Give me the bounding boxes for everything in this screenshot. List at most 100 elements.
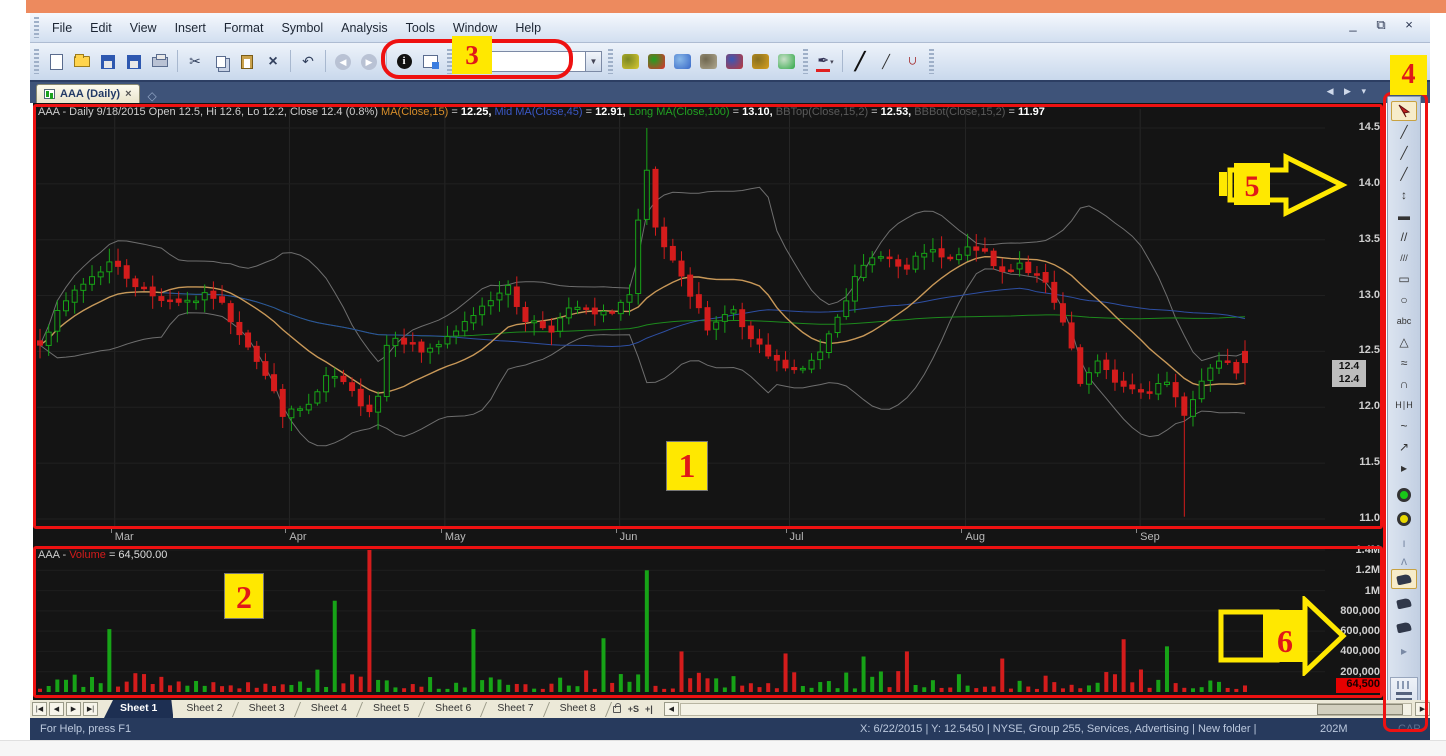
month-tick — [616, 527, 617, 533]
freehand-tool[interactable]: ≈ — [1391, 353, 1417, 373]
trend-line-tool[interactable]: ╱ — [1391, 122, 1417, 142]
last-price-marker: 12.412.4 — [1332, 360, 1366, 387]
thin-line-icon[interactable]: ╱ — [874, 50, 898, 74]
triangle-tool[interactable]: △ — [1391, 332, 1417, 352]
arrow-mark-tool[interactable]: ↗ — [1391, 437, 1417, 457]
layout-1-icon[interactable] — [1391, 593, 1417, 613]
hand-tool-icon[interactable] — [1391, 569, 1417, 589]
more-tools-chevron[interactable]: ▸ — [1391, 458, 1417, 478]
small-tool-1-icon[interactable]: ı — [1391, 533, 1417, 553]
new-file-icon[interactable] — [44, 50, 68, 74]
export-icon[interactable] — [122, 50, 146, 74]
sheet-tab-5[interactable]: Sheet 5 — [360, 700, 422, 718]
volume-tick-label: 1.4M — [1328, 544, 1380, 556]
menu-format[interactable]: Format — [215, 19, 273, 37]
sheet-tab-3[interactable]: Sheet 3 — [236, 700, 298, 718]
text-tool[interactable]: abc — [1391, 311, 1417, 331]
print-icon[interactable] — [148, 50, 172, 74]
tab-scroll-buttons[interactable]: ◀ ▶ ▾ — [1327, 86, 1370, 97]
sheet-nav-icon[interactable]: ▶ — [66, 702, 81, 716]
hscroll-left-icon[interactable]: ◀ — [664, 702, 679, 716]
ellipse-tool[interactable]: ○ — [1391, 290, 1417, 310]
symbol-tree-icon[interactable] — [618, 50, 642, 74]
channel-lines-tool[interactable]: /// — [1391, 248, 1417, 268]
toolbar-grip[interactable] — [803, 49, 808, 75]
chart-editor-icon[interactable] — [418, 50, 442, 74]
sheet-tab-1[interactable]: Sheet 1 — [104, 700, 173, 718]
volume-chart[interactable] — [33, 546, 1330, 697]
sheet-tab-6[interactable]: Sheet 6 — [422, 700, 484, 718]
window-title-strip — [26, 0, 1446, 13]
rectangle-tool[interactable]: ▭ — [1391, 269, 1417, 289]
zigzag-tool[interactable]: ~ — [1391, 416, 1417, 436]
scan-icon[interactable] — [748, 50, 772, 74]
symbol-dropdown-icon[interactable]: ▼ — [586, 51, 602, 72]
thick-line-icon[interactable]: ╱ — [848, 50, 872, 74]
sheet-nav-icon[interactable]: ◀ — [49, 702, 64, 716]
sheet-tab-8[interactable]: Sheet 8 — [547, 700, 609, 718]
document-tab[interactable]: AAA (Daily) × — [36, 84, 140, 103]
vertical-line-tool[interactable]: ↕ — [1391, 185, 1417, 205]
window-buttons: _ ⧉ × — [1342, 17, 1420, 35]
sheet-nav-icon[interactable]: ▶| — [83, 702, 98, 716]
menu-window[interactable]: Window — [444, 19, 506, 37]
lock-icon[interactable] — [613, 706, 621, 713]
sheet-tab-2[interactable]: Sheet 2 — [173, 700, 235, 718]
toolbar-grip[interactable] — [608, 49, 613, 75]
layout-2-icon[interactable] — [1391, 617, 1417, 637]
sheet-extra-2[interactable]: +| — [645, 704, 653, 714]
favorites-icon[interactable] — [644, 50, 668, 74]
back-icon[interactable]: ◀ — [331, 50, 355, 74]
zoom-out-icon[interactable] — [1391, 509, 1417, 529]
sheet-nav-icon[interactable]: |◀ — [32, 702, 47, 716]
save-file-icon[interactable] — [96, 50, 120, 74]
delete-icon[interactable]: × — [261, 50, 285, 74]
minimize-button[interactable]: _ — [1342, 17, 1364, 35]
sheet-tab-4[interactable]: Sheet 4 — [298, 700, 360, 718]
toolbar-grip[interactable] — [34, 17, 39, 37]
menu-analysis[interactable]: Analysis — [332, 19, 397, 37]
pointer-tool[interactable] — [1391, 101, 1417, 121]
extended-line-tool[interactable]: ╱ — [1391, 164, 1417, 184]
open-file-icon[interactable] — [70, 50, 94, 74]
toolbar-grip[interactable] — [929, 49, 934, 75]
undo-icon[interactable]: ↶ — [296, 50, 320, 74]
toolbar-grip[interactable] — [34, 49, 39, 75]
menu-symbol[interactable]: Symbol — [272, 19, 332, 37]
refresh-icon[interactable] — [774, 50, 798, 74]
hscroll-right-icon[interactable]: ▶ — [1415, 702, 1430, 716]
zoom-in-icon[interactable] — [1391, 485, 1417, 505]
explore-icon[interactable] — [670, 50, 694, 74]
small-tool-2-icon[interactable]: ʌ — [1391, 551, 1417, 571]
parallel-lines-tool[interactable]: // — [1391, 227, 1417, 247]
menu-insert[interactable]: Insert — [166, 19, 215, 37]
palette-chevron[interactable]: ▸ — [1391, 641, 1417, 661]
magnet-icon[interactable]: ∩ — [900, 50, 924, 74]
menu-edit[interactable]: Edit — [81, 19, 121, 37]
gann-tool[interactable]: H∣H — [1391, 395, 1417, 415]
menu-help[interactable]: Help — [506, 19, 550, 37]
menu-view[interactable]: View — [121, 19, 166, 37]
close-button[interactable]: × — [1398, 17, 1420, 35]
forward-icon[interactable]: ▶ — [357, 50, 381, 74]
hscroll-track[interactable] — [680, 703, 1412, 716]
formula-editor-icon[interactable] — [722, 50, 746, 74]
month-label: Apr — [289, 531, 306, 543]
paste-icon[interactable] — [235, 50, 259, 74]
color-pick-icon[interactable]: ✒▾ — [813, 50, 837, 74]
sheet-extra-1[interactable]: +S — [628, 704, 639, 714]
hscroll-thumb[interactable] — [1317, 704, 1403, 715]
horizontal-segment-tool[interactable]: ▬ — [1391, 206, 1417, 226]
tab-close-icon[interactable]: × — [125, 88, 131, 100]
sheet-tab-7[interactable]: Sheet 7 — [484, 700, 546, 718]
copy-icon[interactable] — [209, 50, 233, 74]
menu-file[interactable]: File — [43, 19, 81, 37]
layouts-icon[interactable] — [696, 50, 720, 74]
cut-icon[interactable]: ✂ — [183, 50, 207, 74]
restore-button[interactable]: ⧉ — [1370, 17, 1392, 35]
info-icon[interactable]: i — [392, 50, 416, 74]
tab-diamond-icon[interactable]: ◇ — [148, 89, 157, 103]
menu-tools[interactable]: Tools — [397, 19, 444, 37]
arc-tool[interactable]: ∩ — [1391, 374, 1417, 394]
ray-line-tool[interactable]: ╱ — [1391, 143, 1417, 163]
